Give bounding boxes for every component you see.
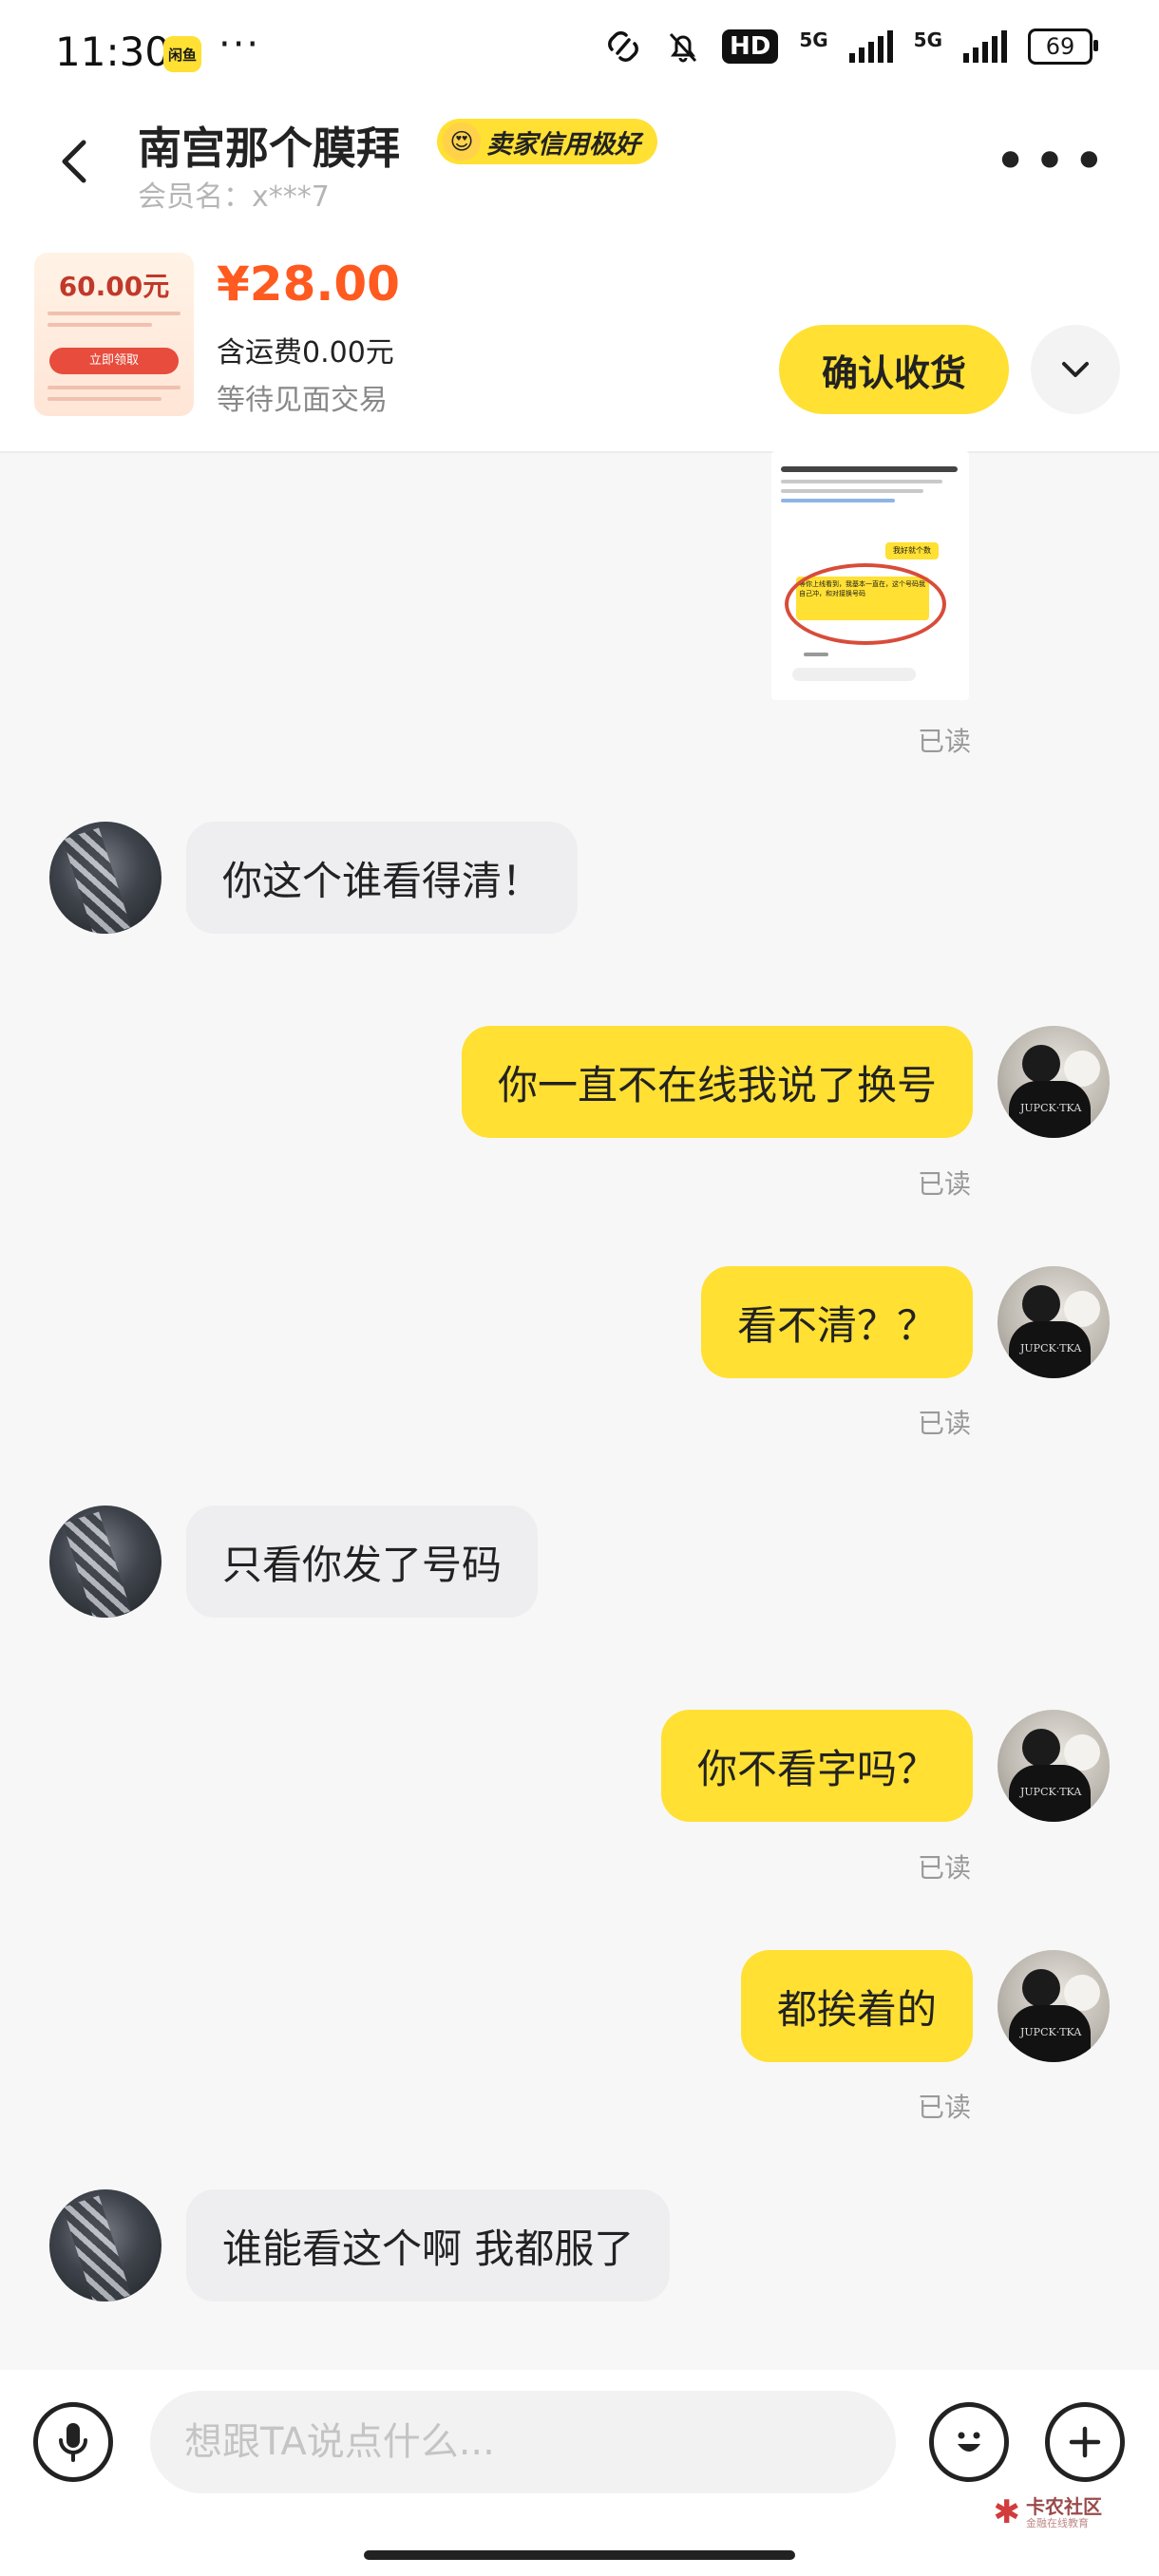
signal-icon-2	[963, 30, 1007, 63]
status-time: 11:30	[55, 28, 171, 75]
read-receipt: 已读	[917, 1168, 971, 1200]
message-input-bar: ✱ 卡农社区 金融在线教育	[0, 2370, 1159, 2576]
seller-avatar[interactable]	[49, 822, 162, 934]
xianyu-app-icon: 闲鱼	[163, 36, 201, 72]
microphone-icon	[59, 2423, 87, 2462]
thumb-text-line	[48, 312, 180, 315]
status-bar: 11:30 闲鱼 ··· HD 5G 5G 69	[0, 0, 1159, 104]
network-5g-label: 5G	[799, 28, 828, 51]
chevron-down-icon	[1062, 362, 1089, 377]
shipping-fee: 含运费0.00元	[217, 336, 394, 369]
credit-badge[interactable]: 😍 卖家信用极好	[437, 119, 657, 164]
plus-button[interactable]	[1045, 2402, 1125, 2482]
voice-button[interactable]	[33, 2402, 113, 2482]
shot-link-line	[781, 499, 895, 502]
screenshot-image-message[interactable]: 我好就个数 等你上线看到，我基本一直在，这个号码我自己冲，和对接换号码	[771, 451, 969, 700]
my-avatar[interactable]: JUPCK·TKA	[998, 1710, 1110, 1822]
credit-badge-label: 卖家信用极好	[486, 129, 640, 160]
red-circle-annotation	[785, 563, 946, 645]
my-avatar[interactable]: JUPCK·TKA	[998, 1950, 1110, 2062]
outgoing-message-bubble[interactable]: 你不看字吗？	[660, 1710, 973, 1822]
seller-avatar[interactable]	[49, 1506, 162, 1618]
smiley-icon	[958, 2432, 980, 2452]
battery-icon: 69	[1028, 28, 1098, 65]
back-arrow-icon[interactable]	[48, 133, 104, 190]
seller-avatar[interactable]	[49, 2189, 162, 2301]
incoming-message-bubble[interactable]: 谁能看这个啊 我都服了	[186, 2189, 671, 2301]
read-receipt: 已读	[917, 2092, 971, 2123]
shot-small-bubble: 我好就个数	[885, 542, 939, 559]
read-receipt: 已读	[917, 726, 971, 757]
more-icon[interactable]: •••	[994, 133, 1112, 190]
hd-indicator: HD	[721, 29, 779, 64]
watermark-main: 卡农社区	[1026, 2494, 1102, 2518]
heart-eyes-emoji-icon: 😍	[443, 123, 481, 161]
expand-button[interactable]	[1031, 325, 1120, 414]
link-icon	[608, 31, 638, 62]
order-status: 等待见面交易	[217, 384, 388, 417]
outgoing-message-bubble[interactable]: 看不清？？	[700, 1266, 973, 1378]
thumb-amount: 60.00元	[58, 271, 170, 302]
product-price: ¥28.00	[217, 256, 400, 312]
thumb-text-line	[48, 386, 180, 389]
product-card[interactable]: 60.00元 立即领取 ¥28.00 含运费0.00元 等待见面交易 确认收货	[0, 218, 1159, 453]
confirm-receipt-button[interactable]: 确认收货	[779, 325, 1009, 414]
seller-name[interactable]: 南宫那个膜拜	[138, 114, 400, 177]
shot-input-bar	[792, 668, 916, 681]
outgoing-message-bubble[interactable]: 都挨着的	[740, 1950, 973, 2062]
chat-messages[interactable]: 我好就个数 等你上线看到，我基本一直在，这个号码我自己冲，和对接换号码 已读 你…	[0, 451, 1159, 2370]
home-indicator[interactable]	[364, 2550, 795, 2560]
my-avatar[interactable]: JUPCK·TKA	[998, 1266, 1110, 1378]
shot-text-line	[781, 489, 923, 493]
thumb-text-line	[48, 397, 162, 401]
read-receipt: 已读	[917, 1408, 971, 1439]
thumb-text-line	[48, 323, 152, 327]
incoming-message-bubble[interactable]: 只看你发了号码	[186, 1506, 539, 1618]
my-avatar[interactable]: JUPCK·TKA	[998, 1026, 1110, 1138]
signal-icon	[848, 30, 893, 63]
read-receipt: 已读	[917, 1852, 971, 1884]
shot-text-line	[781, 480, 942, 483]
star-logo-icon: ✱	[993, 2493, 1021, 2531]
outgoing-message-bubble[interactable]: 你一直不在线我说了换号	[461, 1026, 973, 1138]
status-indicators: HD 5G 5G 69	[602, 28, 1098, 65]
incoming-message-bubble[interactable]: 你这个谁看得清！	[186, 822, 579, 934]
plus-icon	[1069, 2426, 1101, 2458]
thumb-button: 立即领取	[49, 348, 179, 374]
emoji-button[interactable]	[929, 2402, 1009, 2482]
network-5g-label-2: 5G	[913, 28, 942, 51]
member-name: 会员名：x***7	[138, 180, 330, 214]
status-dots: ···	[218, 23, 261, 66]
shot-title-line	[781, 466, 958, 472]
product-thumbnail[interactable]: 60.00元 立即领取	[34, 253, 194, 416]
mute-bell-icon	[669, 32, 697, 63]
message-input[interactable]	[150, 2391, 896, 2493]
shot-ok-line	[804, 653, 828, 656]
watermark-logo: ✱ 卡农社区 金融在线教育	[994, 2493, 1103, 2531]
watermark-sub: 金融在线教育	[1026, 2516, 1089, 2529]
chat-header: 南宫那个膜拜 😍 卖家信用极好 会员名：x***7 •••	[0, 104, 1159, 218]
